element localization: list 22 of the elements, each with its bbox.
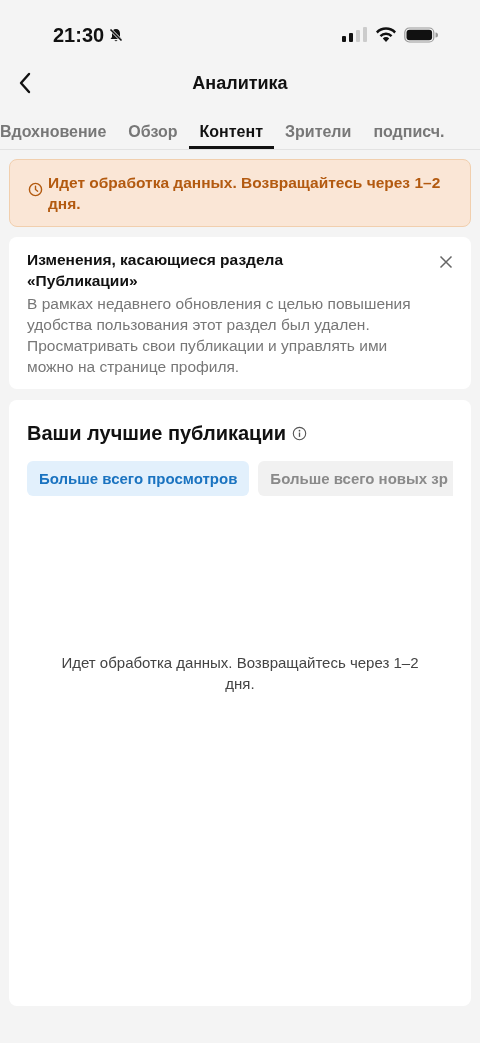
clock-icon [28,182,43,197]
tab[interactable]: Вдохновение [0,113,118,149]
filter-chip[interactable]: Больше всего просмотров [27,461,250,496]
wifi-icon [375,27,397,43]
muted-bell-icon [108,27,125,43]
close-icon [439,255,453,269]
page-title: Аналитика [192,72,288,94]
section-title: Ваши лучшие публикации [27,422,286,445]
filter-chip[interactable]: Больше всего новых зр [258,461,453,496]
close-button[interactable] [437,253,455,271]
signal-icon [342,27,368,43]
info-icon[interactable] [292,426,307,441]
notice-text: В рамках недавнего обновления с целью повышения удобства пользования этот раздел был удален. Просматривать свои публикации и управлять ими можно на странице профиля. [27,294,412,377]
battery-icon [404,27,438,43]
notice-title: Изменения, касающиеся раздела «Публикации» [27,250,285,291]
processing-message: Идет обработка данных. Возвращайтесь через 1–2 дня. [48,173,442,214]
tab[interactable]: Обзор [117,113,189,149]
tab[interactable]: подписч. [362,113,456,149]
tab[interactable]: Контент [188,113,274,149]
empty-state-message: Идет обработка данных. Возвращайтесь через 1–2 дня. [60,653,420,694]
tab[interactable]: Зрители [274,113,363,149]
clock-time: 21:30 [53,23,105,47]
